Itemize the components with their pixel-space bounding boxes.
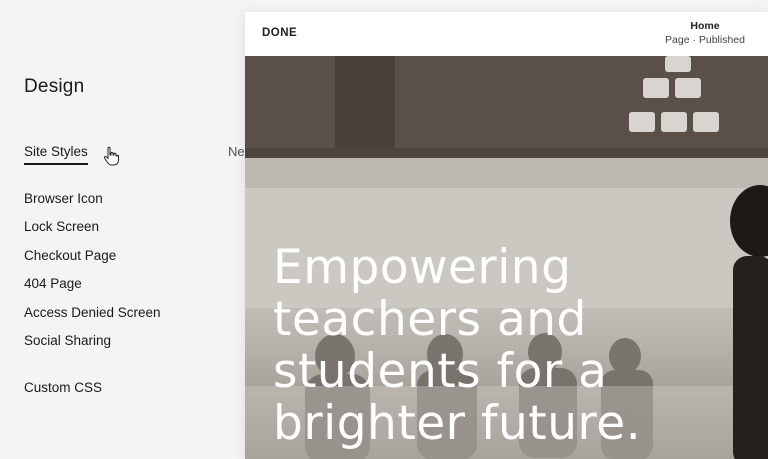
page-name: Home [690, 20, 720, 32]
menu-item-browser-icon[interactable]: Browser Icon [24, 191, 103, 206]
page-status: Page · Published [665, 34, 745, 46]
done-button[interactable]: DONE [262, 27, 297, 39]
hero-section: Empowering teachers and students for a b… [245, 56, 768, 459]
menu-item-social-sharing[interactable]: Social Sharing [24, 333, 111, 348]
menu-item-checkout-page[interactable]: Checkout Page [24, 248, 116, 263]
panel-title: Design [24, 76, 85, 97]
page-info[interactable]: Home Page · Published [665, 20, 745, 46]
menu-item-access-denied-screen[interactable]: Access Denied Screen [24, 305, 161, 320]
page-preview: DONE Home Page · Published Empowering te… [245, 12, 768, 459]
headline-line: Empowering [273, 240, 572, 295]
preview-topbar: DONE Home Page · Published [245, 12, 768, 56]
hero-headline: Empowering teachers and students for a b… [273, 242, 768, 450]
headline-line: brighter future. [273, 396, 642, 451]
headline-line: students for a [273, 344, 608, 399]
menu-item-site-styles[interactable]: Site Styles [24, 144, 88, 165]
hand-cursor-icon [103, 146, 119, 166]
headline-line: teachers and [273, 292, 587, 347]
submenu-peek-text: Ne [228, 144, 245, 159]
menu-item-lock-screen[interactable]: Lock Screen [24, 219, 99, 234]
menu-item-404-page[interactable]: 404 Page [24, 276, 82, 291]
menu-item-custom-css[interactable]: Custom CSS [24, 380, 102, 395]
design-panel: Design Site Styles Browser Icon Lock Scr… [0, 0, 245, 459]
